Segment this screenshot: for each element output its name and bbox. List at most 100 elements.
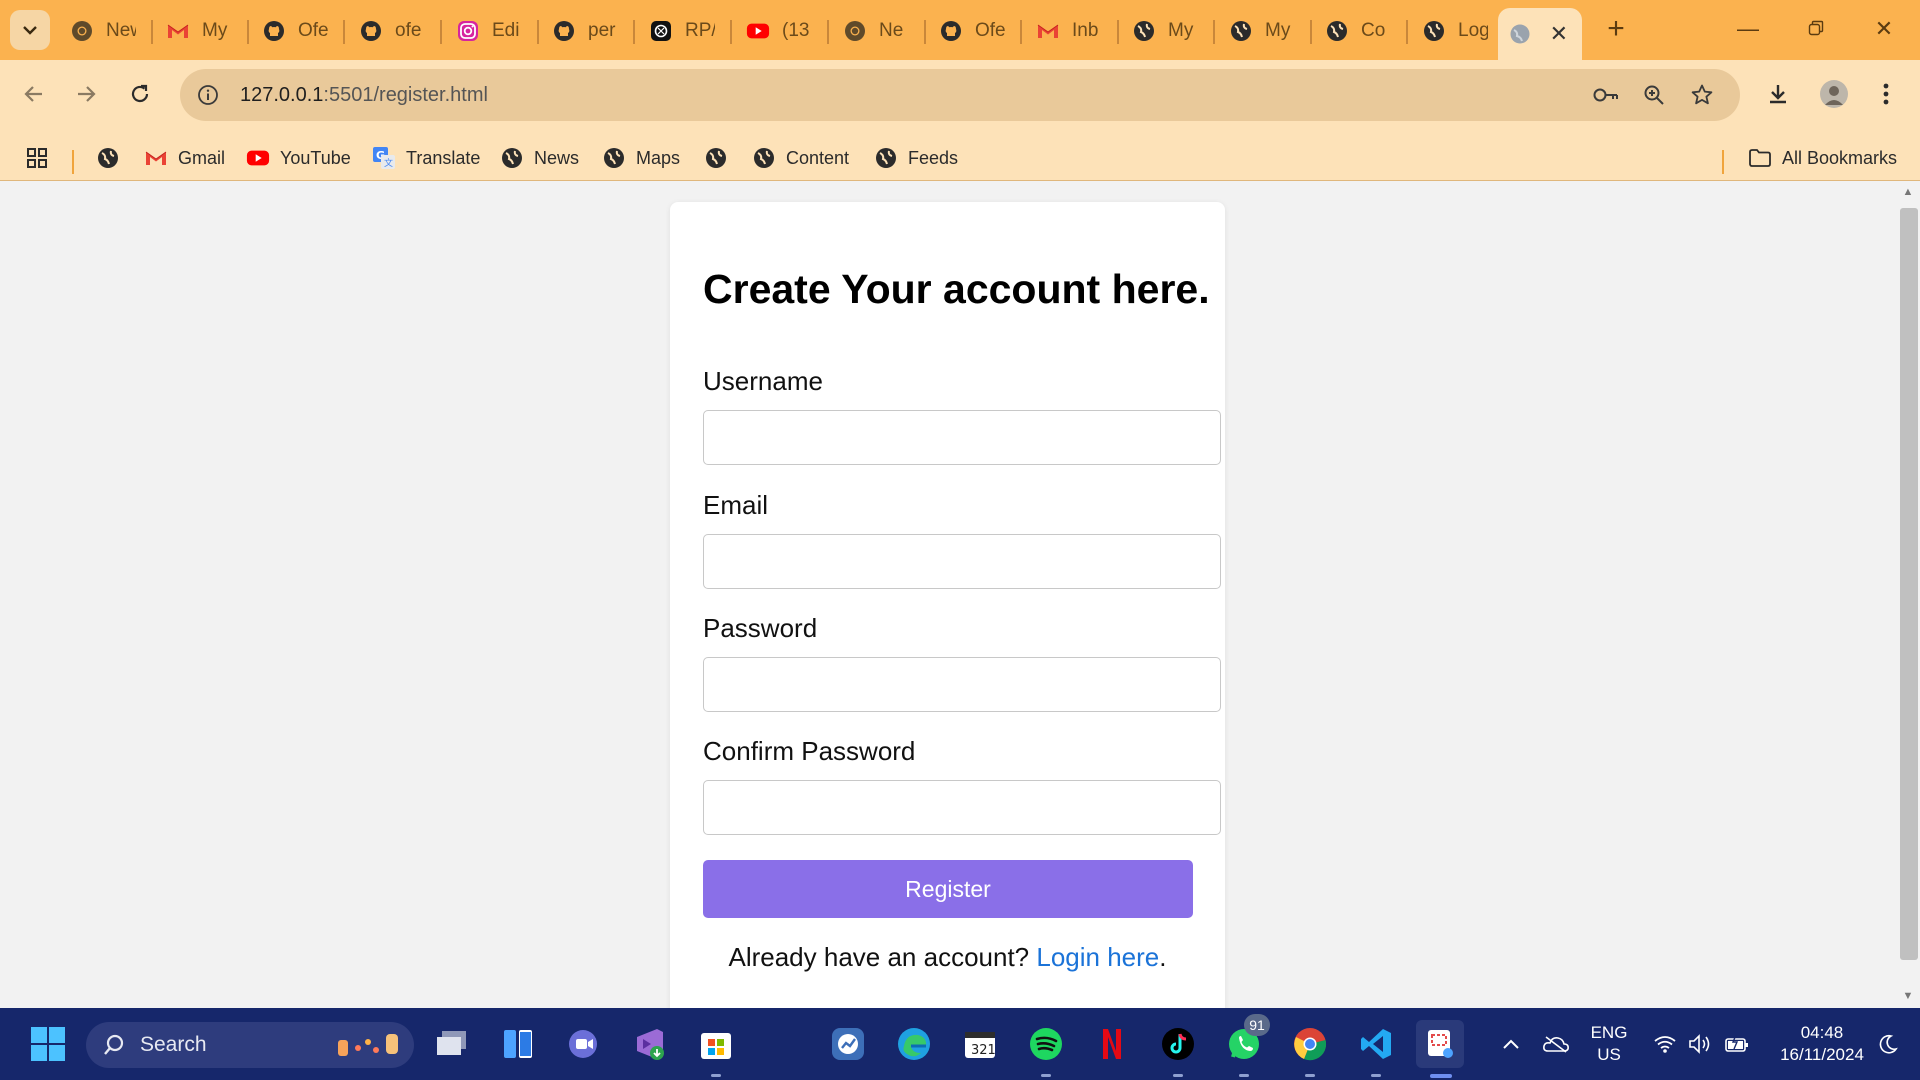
tab-14[interactable]: Co: [1315, 10, 1401, 52]
focus-moon-icon[interactable]: [1868, 1020, 1908, 1068]
vscode-icon[interactable]: [1352, 1020, 1400, 1068]
star-icon[interactable]: [1682, 75, 1722, 115]
bookmark-youtube[interactable]: YouTube: [246, 144, 351, 172]
chrome-icon[interactable]: [1286, 1020, 1334, 1068]
spotify-icon[interactable]: [1022, 1020, 1070, 1068]
restore-button[interactable]: [1796, 14, 1836, 46]
reload-button[interactable]: [120, 74, 160, 114]
bookmark-news[interactable]: News: [500, 144, 579, 172]
avatar[interactable]: [1814, 74, 1854, 114]
download-icon[interactable]: [1758, 74, 1798, 114]
reload-icon: [131, 84, 149, 103]
zoom-icon[interactable]: [1634, 75, 1674, 115]
new-tab-button[interactable]: +: [1600, 14, 1632, 46]
password-key-icon[interactable]: [1586, 75, 1626, 115]
tab-15[interactable]: Log: [1412, 10, 1498, 52]
tab-1[interactable]: New: [60, 10, 146, 52]
tiktok-icon[interactable]: [1154, 1020, 1202, 1068]
globe-icon: [704, 146, 728, 170]
edge-icon[interactable]: [890, 1020, 938, 1068]
login-prompt-line: Already have an account? Login here.: [670, 942, 1225, 973]
search-icon: [104, 1034, 124, 1055]
browser-toolbar: 127.0.0.1:5501/register.html Gmail YouTub…: [0, 60, 1920, 181]
tab-title: My: [1265, 20, 1291, 41]
tab-separator: [151, 20, 153, 44]
bookmark-gmail[interactable]: Gmail: [144, 144, 225, 172]
onedrive-icon[interactable]: [1534, 1020, 1578, 1068]
register-button[interactable]: Register: [703, 860, 1193, 918]
tab-separator: [633, 20, 635, 44]
menu-kebab-icon[interactable]: [1866, 74, 1906, 114]
bookmark-feeds[interactable]: Feeds: [874, 144, 958, 172]
volume-icon[interactable]: [1684, 1020, 1716, 1068]
tab-3[interactable]: Ofe: [252, 10, 338, 52]
all-bookmarks-label: All Bookmarks: [1782, 147, 1898, 168]
tab-9[interactable]: Ne: [833, 10, 919, 52]
chevron-down-icon: [23, 26, 37, 35]
tab-7[interactable]: RP/: [639, 10, 725, 52]
close-window-button[interactable]: ✕: [1864, 14, 1904, 46]
microsoft-store-icon[interactable]: [692, 1020, 740, 1068]
tab-active[interactable]: ✕: [1498, 8, 1582, 60]
tab-separator: [1020, 20, 1022, 44]
chevron-up-icon[interactable]: [1496, 1020, 1526, 1068]
folder-icon: [1748, 146, 1772, 170]
language-indicator[interactable]: ENG US: [1586, 1022, 1632, 1066]
site-info-icon[interactable]: [188, 75, 228, 115]
app-icon-chart[interactable]: [824, 1020, 872, 1068]
snipping-tool-icon[interactable]: [1416, 1020, 1464, 1068]
bookmark-maps[interactable]: Maps: [602, 144, 680, 172]
running-indicator: [1305, 1074, 1315, 1077]
tab-title: per: [588, 20, 616, 41]
windows-start-icon[interactable]: [24, 1020, 72, 1068]
visual-studio-installer-icon[interactable]: [626, 1020, 674, 1068]
email-input[interactable]: [703, 534, 1221, 589]
tab-12[interactable]: My: [1122, 10, 1208, 52]
netflix-icon[interactable]: [1088, 1020, 1136, 1068]
tab-2[interactable]: My: [156, 10, 242, 52]
confirm-password-input[interactable]: [703, 780, 1221, 835]
bookmark-content[interactable]: Content: [752, 144, 849, 172]
apps-grid-icon[interactable]: [26, 144, 48, 172]
url-text[interactable]: 127.0.0.1:5501/register.html: [240, 84, 488, 107]
page-viewport: Create Your account here. Username Email…: [0, 182, 1897, 1008]
back-button[interactable]: [14, 74, 54, 114]
bookmark-translate[interactable]: G 文 Translate: [372, 144, 480, 172]
scroll-down-arrow-icon[interactable]: ▼: [1901, 990, 1915, 1002]
minimize-button[interactable]: —: [1728, 14, 1768, 46]
all-bookmarks-button[interactable]: All Bookmarks: [1748, 144, 1897, 172]
tab-10[interactable]: Ofe: [929, 10, 1015, 52]
tab-4[interactable]: ofe: [349, 10, 435, 52]
clock[interactable]: 04:48 16/11/2024: [1762, 1022, 1882, 1066]
globe-icon: [602, 146, 626, 170]
wifi-icon[interactable]: [1650, 1020, 1680, 1068]
username-input[interactable]: [703, 410, 1221, 465]
tab-13[interactable]: My: [1219, 10, 1305, 52]
translate-icon: G文: [372, 146, 396, 170]
tab-8[interactable]: (13: [736, 10, 822, 52]
password-input[interactable]: [703, 657, 1221, 712]
tab-5[interactable]: Edi: [446, 10, 532, 52]
bookmark-globe-1[interactable]: [96, 144, 130, 172]
widgets-icon[interactable]: [494, 1020, 542, 1068]
tab-search-button[interactable]: [10, 10, 50, 50]
teams-meet-icon[interactable]: [560, 1020, 608, 1068]
bookmark-globe-7[interactable]: [704, 144, 738, 172]
battery-icon[interactable]: [1720, 1020, 1754, 1068]
address-bar[interactable]: 127.0.0.1:5501/register.html: [180, 69, 1740, 121]
login-link[interactable]: Login here: [1036, 942, 1159, 972]
scrollbar-thumb[interactable]: [1900, 208, 1918, 960]
active-app-indicator: [1430, 1074, 1452, 1078]
scroll-up-arrow-icon[interactable]: ▲: [1901, 186, 1915, 198]
task-view-icon[interactable]: [428, 1020, 476, 1068]
taskbar-search[interactable]: Search: [86, 1022, 414, 1068]
close-tab-icon[interactable]: ✕: [1550, 21, 1568, 47]
forward-button[interactable]: [66, 74, 106, 114]
tab-title: Log: [1458, 20, 1488, 41]
tab-6[interactable]: per: [542, 10, 628, 52]
tab-11[interactable]: Inb: [1026, 10, 1112, 52]
tab-separator: [1213, 20, 1215, 44]
globe-icon: [1229, 19, 1253, 43]
tab-separator: [440, 20, 442, 44]
media-player-icon[interactable]: 321: [956, 1020, 1004, 1068]
